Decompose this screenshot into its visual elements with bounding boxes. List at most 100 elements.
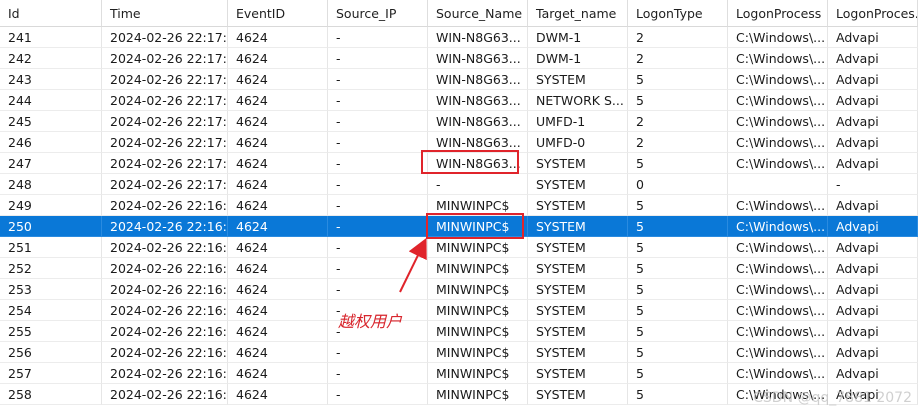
cell-time: 2024-02-26 22:17:...: [102, 69, 228, 90]
cell-source-ip: -: [328, 237, 428, 258]
cell-eventid: 4624: [228, 363, 328, 384]
cell-id: 243: [0, 69, 102, 90]
cell-id: 252: [0, 258, 102, 279]
cell-eventid: 4624: [228, 27, 328, 48]
cell-source-name: WIN-N8G63...: [428, 111, 528, 132]
cell-logonproces-trunc: Advapi: [828, 111, 918, 132]
cell-logontype: 5: [628, 216, 728, 237]
event-log-grid: Id Time EventID Source_IP Source_Name Target_…: [0, 0, 918, 405]
cell-source-ip: -: [328, 363, 428, 384]
header-col-logonproces-trunc[interactable]: LogonProces...: [828, 0, 918, 27]
cell-logonprocess: C:\Windows\...: [728, 216, 828, 237]
cell-source-ip: -: [328, 111, 428, 132]
table-row[interactable]: 253 2024-02-26 22:16:... 4624- MINWINPC$ SYS…: [0, 279, 918, 300]
header-col-eventid[interactable]: EventID: [228, 0, 328, 27]
cell-logonprocess: C:\Windows\...: [728, 195, 828, 216]
cell-logontype: 2: [628, 27, 728, 48]
cell-source-name: MINWINPC$: [428, 300, 528, 321]
cell-logonproces-trunc: Advapi: [828, 342, 918, 363]
cell-eventid: 4624: [228, 69, 328, 90]
cell-eventid: 4624: [228, 342, 328, 363]
cell-logontype: 5: [628, 258, 728, 279]
cell-source-name: WIN-N8G63...: [428, 27, 528, 48]
cell-source-name: MINWINPC$: [428, 216, 528, 237]
cell-logonprocess: C:\Windows\...: [728, 90, 828, 111]
table-row[interactable]: 245 2024-02-26 22:17:... 4624- WIN-N8G63...…: [0, 111, 918, 132]
cell-id: 248: [0, 174, 102, 195]
cell-logonproces-trunc: Advapi: [828, 48, 918, 69]
cell-id: 245: [0, 111, 102, 132]
cell-target-name: UMFD-1: [528, 111, 628, 132]
table-row[interactable]: 252 2024-02-26 22:16:... 4624- MINWINPC$ SYS…: [0, 258, 918, 279]
cell-source-name: -: [428, 174, 528, 195]
header-col-logonprocess[interactable]: LogonProcess: [728, 0, 828, 27]
cell-time: 2024-02-26 22:16:...: [102, 300, 228, 321]
cell-logonprocess: [728, 174, 828, 195]
cell-logonproces-trunc: Advapi: [828, 90, 918, 111]
cell-source-name: MINWINPC$: [428, 258, 528, 279]
header-col-source-ip[interactable]: Source_IP: [328, 0, 428, 27]
cell-source-ip: -: [328, 279, 428, 300]
table-row[interactable]: 241 2024-02-26 22:17:... 4624- WIN-N8G63...…: [0, 27, 918, 48]
cell-logonprocess: C:\Windows\...: [728, 153, 828, 174]
cell-source-ip: -: [328, 258, 428, 279]
table-row[interactable]: 251 2024-02-26 22:16:... 4624- MINWINPC$ SYS…: [0, 237, 918, 258]
cell-time: 2024-02-26 22:16:...: [102, 258, 228, 279]
cell-logonproces-trunc: Advapi: [828, 300, 918, 321]
cell-source-name: MINWINPC$: [428, 237, 528, 258]
cell-logontype: 5: [628, 153, 728, 174]
cell-logonproces-trunc: Advapi: [828, 216, 918, 237]
table-row[interactable]: 243 2024-02-26 22:17:... 4624- WIN-N8G63...…: [0, 69, 918, 90]
table-row[interactable]: 255 2024-02-26 22:16:... 4624- MINWINPC$ SYS…: [0, 321, 918, 342]
header-col-source-name[interactable]: Source_Name: [428, 0, 528, 27]
cell-logonprocess: C:\Windows\...: [728, 27, 828, 48]
header-col-time[interactable]: Time: [102, 0, 228, 27]
table-row[interactable]: 257 2024-02-26 22:16:... 4624- MINWINPC$ SYS…: [0, 363, 918, 384]
cell-logonprocess: C:\Windows\...: [728, 111, 828, 132]
cell-eventid: 4624: [228, 48, 328, 69]
cell-logonprocess: C:\Windows\...: [728, 321, 828, 342]
table-row[interactable]: 242 2024-02-26 22:17:... 4624- WIN-N8G63...…: [0, 48, 918, 69]
cell-target-name: SYSTEM: [528, 237, 628, 258]
cell-time: 2024-02-26 22:16:...: [102, 342, 228, 363]
table-row[interactable]: 249 2024-02-26 22:16:... 4624- MINWINPC$ SYS…: [0, 195, 918, 216]
header-col-logontype[interactable]: LogonType: [628, 0, 728, 27]
cell-logonproces-trunc: Advapi: [828, 27, 918, 48]
cell-logonproces-trunc: Advapi: [828, 363, 918, 384]
cell-eventid: 4624: [228, 258, 328, 279]
cell-target-name: SYSTEM: [528, 69, 628, 90]
cell-logontype: 5: [628, 90, 728, 111]
cell-logontype: 5: [628, 69, 728, 90]
cell-id: 257: [0, 363, 102, 384]
table-row[interactable]: 248 2024-02-26 22:17:... 4624- - SYSTEM 0-: [0, 174, 918, 195]
header-col-target-name[interactable]: Target_name: [528, 0, 628, 27]
cell-id: 247: [0, 153, 102, 174]
header-col-id[interactable]: Id: [0, 0, 102, 27]
table-row[interactable]: 256 2024-02-26 22:16:... 4624- MINWINPC$ SYS…: [0, 342, 918, 363]
cell-logonproces-trunc: Advapi: [828, 321, 918, 342]
table-row[interactable]: 244 2024-02-26 22:17:... 4624- WIN-N8G63...…: [0, 90, 918, 111]
cell-logontype: 2: [628, 48, 728, 69]
cell-logonprocess: C:\Windows\...: [728, 48, 828, 69]
table-row[interactable]: 247 2024-02-26 22:17:... 4624- WIN-N8G63...…: [0, 153, 918, 174]
cell-target-name: UMFD-0: [528, 132, 628, 153]
cell-source-ip: -: [328, 195, 428, 216]
cell-logontype: 5: [628, 384, 728, 405]
cell-source-ip: -: [328, 153, 428, 174]
grid-body: 241 2024-02-26 22:17:... 4624- WIN-N8G63...…: [0, 27, 918, 405]
cell-logontype: 2: [628, 111, 728, 132]
cell-id: 251: [0, 237, 102, 258]
table-row[interactable]: 246 2024-02-26 22:17:... 4624- WIN-N8G63...…: [0, 132, 918, 153]
cell-time: 2024-02-26 22:16:...: [102, 216, 228, 237]
cell-logonproces-trunc: -: [828, 174, 918, 195]
cell-source-name: MINWINPC$: [428, 279, 528, 300]
table-row[interactable]: 250 2024-02-26 22:16:... 4624- MINWINPC$ SYS…: [0, 216, 918, 237]
cell-logonprocess: C:\Windows\...: [728, 342, 828, 363]
cell-eventid: 4624: [228, 384, 328, 405]
watermark: CSDN @qq_7881 2072: [753, 390, 912, 406]
cell-logonproces-trunc: Advapi: [828, 132, 918, 153]
table-row[interactable]: 254 2024-02-26 22:16:... 4624- MINWINPC$ SYS…: [0, 300, 918, 321]
cell-source-ip: -: [328, 384, 428, 405]
cell-logontype: 5: [628, 237, 728, 258]
cell-id: 254: [0, 300, 102, 321]
